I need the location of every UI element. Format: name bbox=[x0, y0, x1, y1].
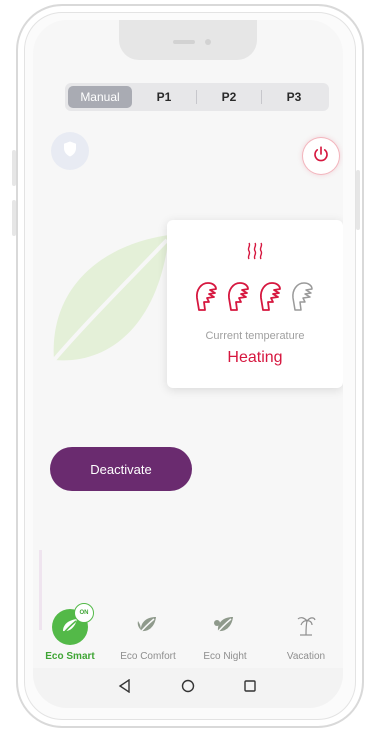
tab-label: P3 bbox=[286, 90, 302, 104]
shield-icon bbox=[61, 140, 79, 163]
on-badge: ON bbox=[74, 603, 94, 623]
leaf-moon-icon bbox=[213, 615, 237, 640]
shield-button[interactable] bbox=[51, 132, 89, 170]
nav-label: Eco Night bbox=[203, 651, 247, 662]
nav-eco-smart[interactable]: ON Eco Smart bbox=[35, 603, 105, 662]
nav-eco-comfort[interactable]: Eco Comfort bbox=[113, 605, 183, 662]
deactivate-button[interactable]: Deactivate bbox=[50, 447, 192, 491]
power-button[interactable] bbox=[303, 138, 339, 174]
back-button[interactable] bbox=[115, 678, 135, 698]
heat-waves-icon bbox=[245, 242, 265, 265]
phone-notch bbox=[119, 20, 257, 60]
current-temperature-label: Current temperature bbox=[205, 330, 305, 342]
heating-status: Heating bbox=[227, 349, 283, 366]
hand-icon bbox=[225, 280, 251, 317]
power-icon bbox=[312, 145, 330, 168]
mode-nav: ON Eco Smart Eco Comfort Eco Night Vacat… bbox=[33, 603, 343, 665]
home-button[interactable] bbox=[178, 678, 198, 698]
back-triangle-icon bbox=[118, 678, 132, 698]
phone-side-button bbox=[12, 200, 16, 236]
tab-p2[interactable]: P2 bbox=[197, 86, 261, 108]
app-screen: Manual P1 P2 P3 Current temperature Heat… bbox=[33, 20, 343, 708]
nav-vacation[interactable]: Vacation bbox=[271, 605, 341, 662]
recents-button[interactable] bbox=[240, 678, 260, 698]
camera bbox=[205, 39, 211, 45]
tab-p1[interactable]: P1 bbox=[132, 86, 196, 108]
eco-smart-icon: ON bbox=[52, 603, 94, 645]
tab-p3[interactable]: P3 bbox=[262, 86, 326, 108]
deactivate-label: Deactivate bbox=[90, 461, 152, 477]
tab-label: P2 bbox=[221, 90, 237, 104]
speaker bbox=[173, 40, 195, 44]
nav-eco-night[interactable]: Eco Night bbox=[190, 605, 260, 662]
recents-square-icon bbox=[243, 679, 257, 698]
system-nav-bar bbox=[33, 668, 343, 708]
nav-label: Eco Smart bbox=[45, 651, 95, 662]
phone-side-button bbox=[356, 170, 360, 230]
home-circle-icon bbox=[181, 679, 195, 698]
tab-manual[interactable]: Manual bbox=[68, 86, 132, 108]
palm-tree-icon bbox=[294, 613, 318, 642]
tab-label: Manual bbox=[80, 90, 120, 104]
phone-side-button bbox=[12, 150, 16, 186]
nav-label: Eco Comfort bbox=[120, 651, 176, 662]
nav-label: Vacation bbox=[286, 651, 326, 662]
hand-icon bbox=[257, 280, 283, 317]
temperature-level bbox=[193, 280, 315, 317]
temperature-card: Current temperature Heating bbox=[167, 220, 343, 388]
hand-icon bbox=[193, 280, 219, 317]
hand-icon bbox=[289, 280, 315, 317]
program-selector: Manual P1 P2 P3 bbox=[65, 83, 329, 111]
leaf-icon bbox=[136, 615, 160, 640]
tab-label: P1 bbox=[156, 90, 172, 104]
